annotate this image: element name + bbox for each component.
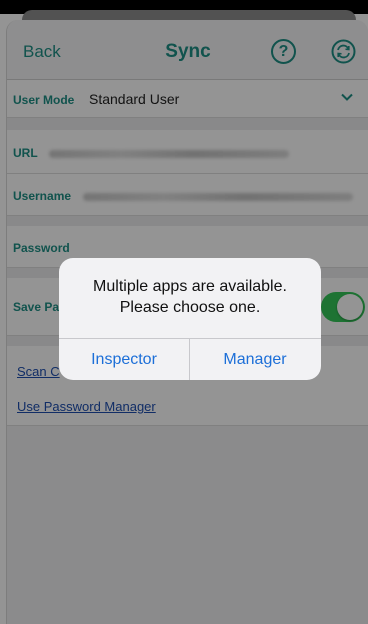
- alert-message-line1: Multiple apps are available.: [93, 278, 287, 295]
- alert-message: Multiple apps are available. Please choo…: [69, 276, 311, 318]
- app-chooser-alert: Multiple apps are available. Please choo…: [59, 258, 321, 380]
- alert-message-line2: Please choose one.: [119, 299, 261, 316]
- manager-button[interactable]: Manager: [190, 339, 320, 380]
- inspector-button[interactable]: Inspector: [59, 339, 189, 380]
- app-screen: Back Sync ? User Mode Standard User URL: [0, 0, 368, 624]
